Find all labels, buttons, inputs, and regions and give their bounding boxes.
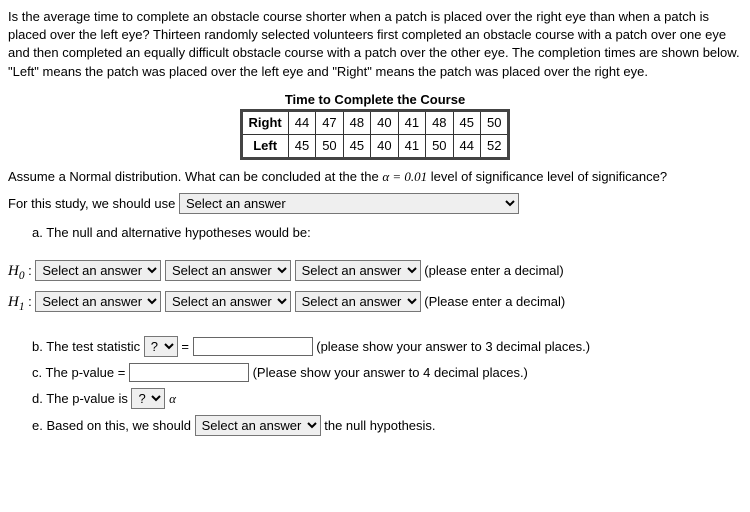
data-cell: 40 [371,110,398,134]
row-label-left: Left [241,135,288,159]
e-prefix: e. Based on this, we should [32,418,195,433]
study-line: For this study, we should use Select an … [8,193,742,214]
data-cell: 41 [398,110,425,134]
h0-line: H0 : Select an answer Select an answer S… [8,260,742,285]
h1-param-select[interactable]: Select an answer [35,291,161,312]
data-cell: 41 [398,135,425,159]
part-c: c. The p-value = (Please show your answe… [32,363,742,382]
p-value-compare-select[interactable]: ? [131,388,165,409]
c-hint: (Please show your answer to 4 decimal pl… [253,365,528,380]
part-b: b. The test statistic ? = (please show y… [32,336,742,357]
data-cell: 50 [316,135,343,159]
data-cell: 44 [453,135,480,159]
h0-operator-select[interactable]: Select an answer [165,260,291,281]
study-prefix: For this study, we should use [8,196,179,211]
h1-symbol: H1 [8,294,25,310]
data-cell: 50 [481,110,509,134]
h0-value-select[interactable]: Select an answer [295,260,421,281]
test-statistic-symbol-select[interactable]: ? [144,336,178,357]
data-cell: 50 [426,135,453,159]
d-prefix: d. The p-value is [32,391,131,406]
alpha-symbol: α = 0.01 [382,169,427,184]
data-cell: 40 [371,135,398,159]
table-row: Right 44 47 48 40 41 48 45 50 [241,110,509,134]
part-e: e. Based on this, we should Select an an… [32,415,742,436]
data-table-section: Time to Complete the Course Right 44 47 … [8,91,742,161]
c-prefix: c. The p-value = [32,365,129,380]
test-statistic-input[interactable] [193,337,313,356]
part-a-label: a. The null and alternative hypotheses w… [32,224,742,242]
data-cell: 44 [288,110,315,134]
data-cell: 52 [481,135,509,159]
parts-b-to-e: b. The test statistic ? = (please show y… [32,336,742,436]
data-cell: 45 [343,135,370,159]
equals: = [181,339,192,354]
h0-hint: (please enter a decimal) [424,263,563,278]
assume-suffix: level of significance level of significa… [427,169,667,184]
problem-statement: Is the average time to complete an obsta… [8,8,742,81]
data-cell: 47 [316,110,343,134]
data-cell: 45 [288,135,315,159]
p-value-input[interactable] [129,363,249,382]
assumption-line: Assume a Normal distribution. What can b… [8,168,742,186]
assume-prefix: Assume a Normal distribution. What can b… [8,169,382,184]
row-label-right: Right [241,110,288,134]
h1-hint: (Please enter a decimal) [424,294,565,309]
data-table: Right 44 47 48 40 41 48 45 50 Left 45 50… [240,109,511,160]
data-cell: 48 [343,110,370,134]
table-row: Left 45 50 45 40 41 50 44 52 [241,135,509,159]
e-suffix: the null hypothesis. [324,418,435,433]
alpha-inline: α [169,391,176,406]
h0-param-select[interactable]: Select an answer [35,260,161,281]
data-cell: 48 [426,110,453,134]
h1-operator-select[interactable]: Select an answer [165,291,291,312]
decision-select[interactable]: Select an answer [195,415,321,436]
h1-line: H1 : Select an answer Select an answer S… [8,291,742,316]
data-cell: 45 [453,110,480,134]
b-hint: (please show your answer to 3 decimal pl… [316,339,590,354]
h1-value-select[interactable]: Select an answer [295,291,421,312]
b-prefix: b. The test statistic [32,339,144,354]
part-d: d. The p-value is ? α [32,388,742,409]
h0-symbol: H0 [8,263,25,279]
table-title: Time to Complete the Course [8,91,742,109]
study-type-select[interactable]: Select an answer [179,193,519,214]
